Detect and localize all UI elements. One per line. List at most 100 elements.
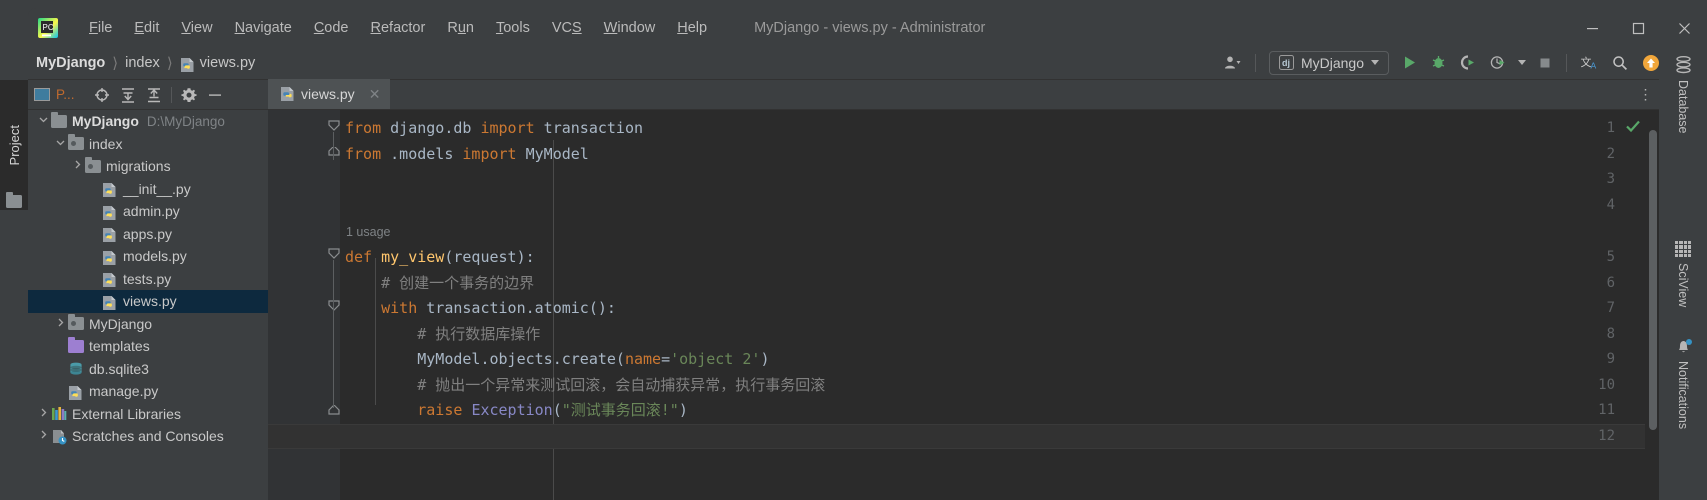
sidebar-tab-project[interactable]: Project <box>0 80 28 210</box>
minimize-button[interactable] <box>1569 8 1615 48</box>
menu-item-edit[interactable]: Edit <box>123 16 170 40</box>
breadcrumb[interactable]: MyDjango ⟩ index ⟩ views.py <box>36 54 255 72</box>
debug-icon[interactable] <box>1424 46 1453 80</box>
settings-icon[interactable] <box>176 82 202 108</box>
tree-item-apps-py[interactable]: apps.py <box>28 223 268 246</box>
folder-icon <box>51 111 68 129</box>
code-token: = <box>661 350 671 368</box>
dropdown-arrow-icon[interactable] <box>1513 46 1531 80</box>
editor-options-menu-icon[interactable]: ⋮ <box>1633 79 1659 109</box>
menu-item-file[interactable]: File <box>78 16 123 40</box>
menu-item-refactor[interactable]: Refactor <box>360 16 437 40</box>
tree-item-views-py[interactable]: views.py <box>28 290 268 313</box>
code-line-9[interactable]: MyModel.objects.create(name='object 2') <box>345 347 769 373</box>
python-icon <box>102 226 119 243</box>
chevron-right-icon[interactable] <box>70 160 85 172</box>
code-line-8[interactable]: # 执行数据库操作 <box>345 322 540 348</box>
menu-bar[interactable]: File Edit View Navigate Code Refactor Run Tools… <box>78 16 718 40</box>
sidebar-item-notifications[interactable]: Notifications <box>1659 338 1707 429</box>
folder-purple-icon <box>68 336 85 354</box>
editor-area: views.py ✕ ⋮ 123456789101112 <box>268 79 1659 500</box>
menu-item-view[interactable]: View <box>170 16 223 40</box>
close-icon[interactable]: ✕ <box>369 86 381 103</box>
tree-item-templates[interactable]: templates <box>28 335 268 358</box>
sidebar-item-sciview[interactable]: SciView <box>1659 241 1707 307</box>
code-line-11[interactable]: raise Exception("测试事务回滚!") <box>345 398 688 424</box>
folder-icon[interactable] <box>6 192 22 208</box>
tree-item-migrations[interactable]: migrations <box>28 155 268 178</box>
tree-item--init-py[interactable]: __init__.py <box>28 178 268 201</box>
run-icon[interactable] <box>1395 46 1424 80</box>
breadcrumb-separator: ⟩ <box>166 54 173 72</box>
project-panel-title: P... <box>56 87 75 102</box>
window-title: MyDjango - views.py - Administrator <box>754 20 986 36</box>
close-button[interactable] <box>1661 8 1707 48</box>
code-token: "测试事务回滚!" <box>561 401 679 419</box>
tree-item-tests-py[interactable]: tests.py <box>28 268 268 291</box>
tree-item-mydjango[interactable]: MyDjango <box>28 313 268 336</box>
sidebar-item-database[interactable]: Database <box>1659 56 1707 134</box>
breadcrumb-item-views-py[interactable]: views.py <box>180 55 255 72</box>
fold-marker-line2 <box>328 147 340 156</box>
search-icon[interactable] <box>1605 46 1635 80</box>
expand-all-icon[interactable] <box>115 82 141 108</box>
python-file-icon <box>280 86 295 102</box>
code-line-2[interactable]: from .models import MyModel <box>345 142 589 168</box>
stop-icon[interactable] <box>1531 46 1559 80</box>
code-token: from <box>345 119 382 137</box>
code-line-10[interactable]: # 抛出一个异常来测试回滚，会自动捕获异常，执行事务回滚 <box>345 373 825 399</box>
code-token: request <box>453 248 517 266</box>
editor-tab-views-py[interactable]: views.py ✕ <box>268 79 391 109</box>
chevron-down-icon[interactable] <box>53 138 68 150</box>
tree-item-models-py[interactable]: models.py <box>28 245 268 268</box>
tree-item-label: tests.py <box>123 270 172 287</box>
run-configuration-selector[interactable]: dj MyDjango <box>1268 50 1389 75</box>
tree-item-db-sqlite3[interactable]: db.sqlite3 <box>28 358 268 381</box>
svg-text:dj: dj <box>1282 58 1290 68</box>
maximize-button[interactable] <box>1615 8 1661 48</box>
tree-item-manage-py[interactable]: manage.py <box>28 380 268 403</box>
run-coverage-icon[interactable] <box>1453 46 1483 80</box>
breadcrumb-item-mydjango[interactable]: MyDjango <box>36 55 105 71</box>
chevron-right-icon[interactable] <box>36 408 51 420</box>
code-content[interactable]: from django.db import transaction from .m… <box>340 110 1659 500</box>
code-line-1[interactable]: from django.db import transaction <box>345 116 643 142</box>
code-line-5[interactable]: def my_view(request): <box>345 245 535 271</box>
tree-item-index[interactable]: index <box>28 133 268 156</box>
menu-item-run[interactable]: Run <box>436 16 485 40</box>
menu-item-navigate[interactable]: Navigate <box>224 16 303 40</box>
svg-text:A: A <box>1591 60 1597 70</box>
project-tree[interactable]: MyDjango D:\MyDjango index migrations __init… <box>28 110 268 500</box>
breadcrumb-separator: ⟩ <box>112 54 119 72</box>
code-editor[interactable]: 1 2 3 4 5 6 7 8 9 10 11 12 1 usage from … <box>268 110 1659 500</box>
code-token: ): <box>516 248 535 266</box>
chevron-right-icon[interactable] <box>36 430 51 442</box>
tree-item-admin-py[interactable]: admin.py <box>28 200 268 223</box>
tree-item-scratches-and-consoles[interactable]: Scratches and Consoles <box>28 425 268 448</box>
code-line-7[interactable]: with transaction.atomic(): <box>345 296 616 322</box>
translate-icon[interactable]: 文 A <box>1574 46 1605 80</box>
breadcrumb-item-index[interactable]: index <box>125 55 160 71</box>
hide-icon[interactable] <box>202 82 228 108</box>
chevron-down-icon[interactable] <box>36 115 51 127</box>
profiler-icon[interactable] <box>1483 46 1513 80</box>
tree-item-label: models.py <box>123 248 187 265</box>
menu-item-help[interactable]: Help <box>666 16 718 40</box>
editor-tab-label: views.py <box>301 86 355 102</box>
tree-item-external-libraries[interactable]: External Libraries <box>28 403 268 426</box>
menu-item-window[interactable]: Window <box>593 16 667 40</box>
chevron-down-icon <box>1371 60 1379 65</box>
account-icon[interactable] <box>1217 46 1248 80</box>
menu-item-code[interactable]: Code <box>303 16 360 40</box>
code-token: import <box>462 144 517 163</box>
code-line-6[interactable]: # 创建一个事务的边界 <box>345 271 534 297</box>
vertical-scrollbar[interactable] <box>1649 130 1657 430</box>
select-opened-file-icon[interactable] <box>89 82 115 108</box>
collapse-all-icon[interactable] <box>141 82 167 108</box>
fold-marker-line5 <box>328 248 340 259</box>
inspection-status-icon[interactable] <box>1625 118 1641 139</box>
menu-item-tools[interactable]: Tools <box>485 16 541 40</box>
chevron-right-icon[interactable] <box>53 318 68 330</box>
tree-item-mydjango[interactable]: MyDjango D:\MyDjango <box>28 110 268 133</box>
menu-item-vcs[interactable]: VCS <box>541 16 593 40</box>
